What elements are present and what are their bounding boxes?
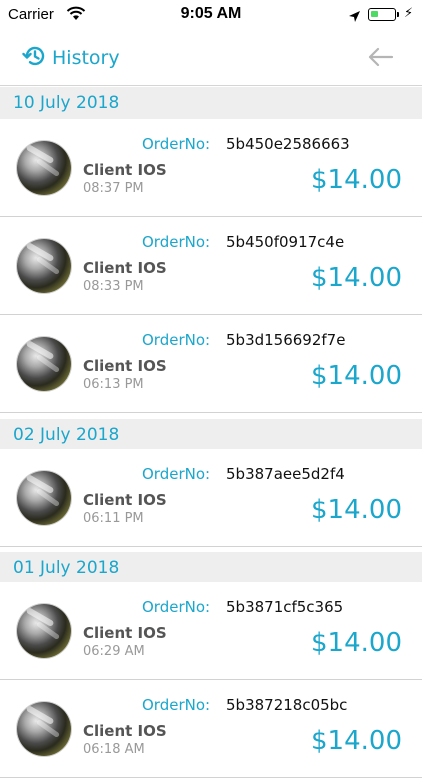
arrow-left-icon — [368, 47, 394, 67]
client-name: Client IOS — [83, 624, 167, 642]
avatar — [17, 141, 71, 195]
client-name: Client IOS — [83, 357, 167, 375]
navigation-bar: History — [0, 30, 422, 86]
order-number: 5b3d156692f7e — [226, 331, 346, 349]
order-amount: $14.00 — [311, 495, 402, 525]
order-number: 5b450e2586663 — [226, 135, 350, 153]
avatar — [17, 337, 71, 391]
order-time: 06:29 AM — [83, 644, 145, 659]
order-amount: $14.00 — [311, 361, 402, 391]
order-number-label: OrderNo: — [142, 135, 211, 153]
order-number-label: OrderNo: — [142, 233, 211, 251]
client-name: Client IOS — [83, 259, 167, 277]
client-name: Client IOS — [83, 491, 167, 509]
history-icon — [22, 44, 46, 72]
battery-tip — [397, 12, 399, 17]
status-bar: Carrier 9:05 AM ⚡ — [0, 0, 422, 30]
avatar — [17, 239, 71, 293]
client-name: Client IOS — [83, 161, 167, 179]
location-arrow-icon — [348, 8, 361, 27]
back-arrow-button[interactable] — [366, 44, 396, 70]
section-date: 10 July 2018 — [13, 93, 120, 113]
order-number: 5b387aee5d2f4 — [226, 465, 345, 483]
order-number: 5b3871cf5c365 — [226, 598, 344, 616]
order-row[interactable]: OrderNo: 5b450f0917c4e Client IOS 08:33 … — [0, 217, 422, 315]
charging-bolt-icon: ⚡ — [404, 6, 414, 21]
order-amount: $14.00 — [311, 628, 402, 658]
order-number-label: OrderNo: — [142, 331, 211, 349]
avatar — [17, 702, 71, 756]
avatar — [17, 471, 71, 525]
date-section-header: 02 July 2018 — [0, 419, 422, 451]
order-row[interactable]: OrderNo: 5b3d156692f7e Client IOS 06:13 … — [0, 315, 422, 413]
order-time: 08:33 PM — [83, 279, 144, 294]
battery-fill — [371, 11, 378, 17]
order-time: 08:37 PM — [83, 181, 144, 196]
battery-icon — [368, 8, 396, 21]
order-amount: $14.00 — [311, 165, 402, 195]
order-amount: $14.00 — [311, 726, 402, 756]
date-section-header: 10 July 2018 — [0, 87, 422, 119]
order-time: 06:11 PM — [83, 511, 144, 526]
history-title-button[interactable]: History — [22, 44, 120, 72]
order-row[interactable]: OrderNo: 5b3871cf5c365 Client IOS 06:29 … — [0, 582, 422, 680]
order-number-label: OrderNo: — [142, 465, 211, 483]
order-number: 5b387218c05bc — [226, 696, 348, 714]
avatar — [17, 604, 71, 658]
order-row[interactable]: OrderNo: 5b387aee5d2f4 Client IOS 06:11 … — [0, 449, 422, 547]
order-time: 06:13 PM — [83, 377, 144, 392]
order-row[interactable]: OrderNo: 5b387218c05bc Client IOS 06:18 … — [0, 680, 422, 778]
order-amount: $14.00 — [311, 263, 402, 293]
section-date: 02 July 2018 — [13, 425, 120, 445]
date-section-header: 01 July 2018 — [0, 552, 422, 584]
section-date: 01 July 2018 — [13, 558, 120, 578]
order-number-label: OrderNo: — [142, 696, 211, 714]
order-number-label: OrderNo: — [142, 598, 211, 616]
order-row[interactable]: OrderNo: 5b450e2586663 Client IOS 08:37 … — [0, 119, 422, 217]
order-number: 5b450f0917c4e — [226, 233, 345, 251]
client-name: Client IOS — [83, 722, 167, 740]
page-title: History — [52, 47, 120, 69]
